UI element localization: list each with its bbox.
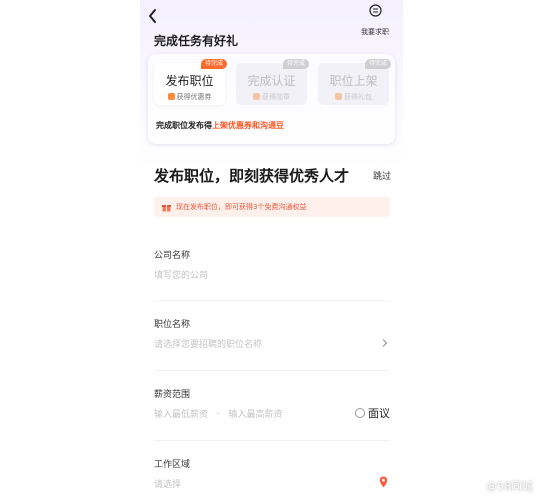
task-name: 发布职位 xyxy=(165,74,214,88)
banner-title: 完成任务有好礼 xyxy=(154,34,239,48)
task-list-job[interactable]: 待完成 职位上架 获得礼包 xyxy=(318,59,391,105)
task-publish-job[interactable]: 待完成 发布职位 获得优惠券 xyxy=(154,59,227,105)
task-reward: 获得礼包 xyxy=(318,92,389,102)
task-reward: 获得优惠券 xyxy=(154,92,225,102)
salary-min-input[interactable]: 输入最低薪资 xyxy=(154,407,208,420)
page-headline: 发布职位，即刻获得优秀人才 xyxy=(154,167,350,185)
seek-job-label: 我要求职 xyxy=(361,28,389,36)
task-reward: 获得勋章 xyxy=(236,92,307,102)
task-name: 完成认证 xyxy=(247,74,296,88)
negotiable-label: 面议 xyxy=(368,407,390,420)
area-label: 工作区域 xyxy=(154,460,191,470)
task-verify[interactable]: 待完成 完成认证 获得勋章 xyxy=(236,59,309,105)
company-input[interactable]: 填写您的公司 xyxy=(154,268,208,281)
chevron-right-icon[interactable] xyxy=(381,338,388,348)
medal-icon xyxy=(253,93,260,100)
status-badge: 待完成 xyxy=(200,59,227,69)
negotiable-toggle[interactable]: 面议 xyxy=(355,405,390,421)
company-field: 公司名称 填写您的公司 xyxy=(154,248,390,308)
status-badge: 待完成 xyxy=(364,59,391,69)
divider xyxy=(154,370,390,371)
position-select[interactable]: 请选择您要招聘的职位名称 xyxy=(154,337,262,350)
notice-text: 现在发布职位，即可获得3个免费沟通权益 xyxy=(176,203,307,211)
area-field: 工作区域 请选择 xyxy=(154,457,390,500)
benefit-notice: 现在发布职位，即可获得3个免费沟通权益 xyxy=(154,197,390,217)
status-badge: 待完成 xyxy=(282,59,309,69)
salary-label: 薪资范围 xyxy=(154,390,191,400)
divider xyxy=(154,300,390,301)
task-name: 职位上架 xyxy=(329,74,378,88)
gift-pack-icon xyxy=(335,93,342,100)
gift-icon xyxy=(162,204,171,211)
divider xyxy=(154,440,390,441)
negotiable-radio[interactable] xyxy=(355,408,365,418)
position-field: 职位名称 请选择您要招聘的职位名称 xyxy=(154,317,390,377)
switch-role-icon xyxy=(368,4,382,17)
app-screen: 我要求职 完成任务有好礼 待完成 发布职位 获得优惠券 待完成 完成认证 获得勋… xyxy=(140,0,403,500)
watermark: @58同城 xyxy=(486,480,533,493)
seek-job-button[interactable]: 我要求职 xyxy=(355,4,395,38)
salary-max-input[interactable]: 输入最高薪资 xyxy=(229,407,283,420)
task-card-description: 完成职位发布得上架优惠券和沟通豆 xyxy=(156,121,284,130)
location-pin-icon[interactable] xyxy=(379,476,388,488)
task-list: 待完成 发布职位 获得优惠券 待完成 完成认证 获得勋章 待完成 职位上架 获得… xyxy=(154,59,391,107)
skip-button[interactable]: 跳过 xyxy=(373,169,391,182)
back-arrow-icon xyxy=(149,9,156,23)
back-button[interactable] xyxy=(147,8,163,26)
task-card: 待完成 发布职位 获得优惠券 待完成 完成认证 获得勋章 待完成 职位上架 获得… xyxy=(148,54,395,144)
salary-field: 薪资范围 输入最低薪资 – 输入最高薪资 面议 xyxy=(154,387,390,447)
company-label: 公司名称 xyxy=(154,251,191,261)
coupon-icon xyxy=(167,93,175,100)
position-label: 职位名称 xyxy=(154,320,191,330)
salary-separator: – xyxy=(216,408,221,419)
area-select[interactable]: 请选择 xyxy=(154,477,181,490)
